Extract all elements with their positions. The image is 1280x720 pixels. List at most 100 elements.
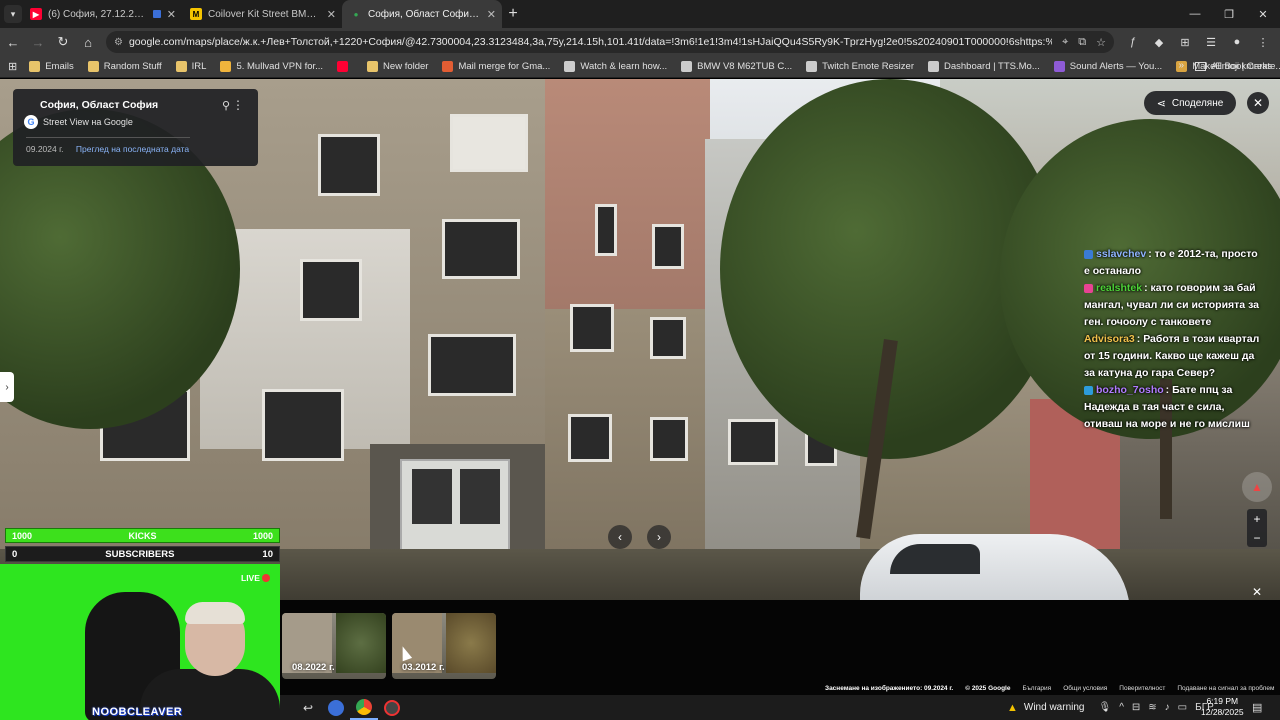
live-label: LIVE [241,573,260,583]
window [442,219,520,279]
extensions-puzzle-icon[interactable]: ⊞ [1174,31,1196,53]
chrome-app-icon[interactable] [350,695,378,720]
tab-youtube[interactable]: ▶ (6) София, 27.12.2000 г. - Y ✕ [22,0,182,28]
zoom-out-icon[interactable]: − [1253,531,1260,545]
map-pin-icon[interactable]: ⚲ [222,99,230,112]
all-bookmarks-button[interactable]: All Bookmarks [1195,61,1272,72]
bookmark-item[interactable]: Mail merge for Gma... [442,61,550,72]
bookmark-label: Twitch Emote Resizer [822,61,914,72]
network-icon[interactable]: ⊟ [1132,702,1140,713]
terms-link[interactable]: Общи условия [1063,685,1107,692]
bookmark-star-icon[interactable]: ☆ [1096,36,1106,49]
reload-icon[interactable]: ↻ [51,30,75,54]
extension-icon[interactable]: ◆ [1148,31,1170,53]
tab-coilover[interactable]: M Coilover Kit Street BMW 7 (E38) ✕ [182,0,342,28]
address-bar[interactable]: ⚙ google.com/maps/place/ж.к.+Лев+Толстой… [106,31,1114,53]
apps-grid-icon[interactable]: ⊞ [8,60,17,73]
webcam-overlay [0,564,280,720]
latest-date-link[interactable]: Преглед на последната дата [76,144,189,154]
expand-side-panel-icon[interactable]: › [0,372,14,402]
chat-username[interactable]: Advisora3 [1084,333,1135,345]
bookmark-item[interactable]: IRL [175,61,206,72]
notification-icon[interactable]: ▤ [1252,701,1262,714]
bookmark-item[interactable]: BMW V8 M62TUB C... [681,61,792,72]
microphone-icon[interactable]: 🎙 [1098,702,1111,713]
home-icon[interactable]: ⌂ [76,30,100,54]
font-extension-icon[interactable]: ƒ [1122,31,1144,53]
minimize-icon[interactable]: — [1178,0,1212,28]
privacy-link[interactable]: Поверителност [1119,685,1165,692]
close-timeline-icon[interactable]: ✕ [1249,584,1265,600]
profile-avatar-icon[interactable]: ● [1226,31,1248,53]
chat-username[interactable]: sslavchev [1096,248,1146,260]
close-window-icon[interactable]: ✕ [1246,0,1280,28]
tray-overflow-icon[interactable]: ^ [1119,702,1124,713]
bookmark-item[interactable]: Watch & learn how... [564,61,667,72]
report-problem-link[interactable]: Подаване на сигнал за проблем [1177,685,1274,692]
reading-list-icon[interactable]: ☰ [1200,31,1222,53]
battery-icon[interactable]: ▭ [1178,702,1187,713]
chat-message: Advisora3: Работя в този квартал от 15 г… [1084,331,1264,382]
back-app-icon[interactable]: ↩ [294,695,322,720]
streamer-brand: NOOBCLEAVER [92,706,183,718]
tab-search-icon[interactable]: ▾ [4,5,22,23]
bookmark-label: Watch & learn how... [580,61,668,72]
next-arrow-icon[interactable]: › [647,525,671,549]
window [595,204,617,256]
door-glass [412,469,452,524]
kicks-goal-bar: 1000 KICKS 1000 [5,528,280,543]
mullvad-icon [220,61,232,72]
close-tab-icon[interactable]: ✕ [167,8,176,21]
close-tab-icon[interactable]: ✕ [487,8,496,21]
compass-icon[interactable]: ▲ [1242,472,1272,502]
divider [26,137,190,138]
more-options-icon[interactable]: ⋮ [232,98,244,112]
share-icon: ⋖ [1156,97,1166,110]
weather-text[interactable]: Wind warning [1024,702,1085,713]
menu-kebab-icon[interactable]: ⋮ [1252,31,1274,53]
install-app-icon[interactable]: ⧉ [1078,36,1086,49]
bookmark-item[interactable]: 5. Mullvad VPN for... [220,61,323,72]
back-icon[interactable]: ← [1,30,25,54]
site-info-icon[interactable]: ⚙ [114,37,123,48]
location-icon[interactable]: ⌖ [1062,36,1068,49]
sound-alerts-icon [1053,61,1065,72]
bookmark-item[interactable]: Random Stuff [87,61,162,72]
bookmark-label: New folder [383,61,429,72]
provider-label: Street View на Google [43,117,133,127]
bookmark-item[interactable] [337,61,353,72]
chat-username[interactable]: realshtek [1096,282,1142,294]
volume-icon[interactable]: ♪ [1165,702,1170,713]
timeline-thumbnail[interactable]: 08.2022 г. [282,613,386,679]
capture-info: Заснемане на изображението: 09.2024 г. [825,685,954,692]
previous-arrow-icon[interactable]: ‹ [608,525,632,549]
bookmark-item[interactable]: Dashboard | TTS.Mo... [928,61,1040,72]
share-button[interactable]: ⋖ Споделяне [1144,91,1236,115]
country-link[interactable]: България [1022,685,1051,692]
obs-app-icon[interactable] [322,695,350,720]
taskbar-clock[interactable]: 6:19 PM 12/28/2025 [1201,696,1244,718]
url-text[interactable]: google.com/maps/place/ж.к.+Лев+Толстой,+… [129,36,1052,48]
wifi-icon[interactable]: ≋ [1148,702,1156,713]
tab-google-maps[interactable]: ● София, Област София – Googl ✕ [342,0,502,28]
more-bookmarks-icon[interactable]: » [1178,60,1184,71]
zoom-in-icon[interactable]: + [1253,512,1260,526]
new-tab-button[interactable]: + [502,5,524,23]
bookmark-label: Emails [45,61,74,72]
recorder-app-icon[interactable] [378,695,406,720]
restore-icon[interactable]: ❐ [1212,0,1246,28]
bookmark-item[interactable]: Twitch Emote Resizer [806,61,914,72]
chat-username[interactable]: bozho_7osho [1096,384,1164,396]
folder-icon [29,61,41,72]
folder-icon [1195,62,1207,71]
thumbnail-date: 08.2022 г. [292,662,335,673]
bookmark-item[interactable]: Sound Alerts — You... [1053,61,1162,72]
tab-strip: ▾ ▶ (6) София, 27.12.2000 г. - Y ✕ M Coi… [0,0,1280,28]
parked-car [860,534,1130,600]
bookmark-item[interactable]: New folder [367,61,428,72]
forward-icon[interactable]: → [26,30,50,54]
close-tab-icon[interactable]: ✕ [327,8,336,21]
bookmark-label: 5. Mullvad VPN for... [236,61,324,72]
bookmark-item[interactable]: Emails [29,61,74,72]
close-street-view-icon[interactable]: ✕ [1247,92,1269,114]
